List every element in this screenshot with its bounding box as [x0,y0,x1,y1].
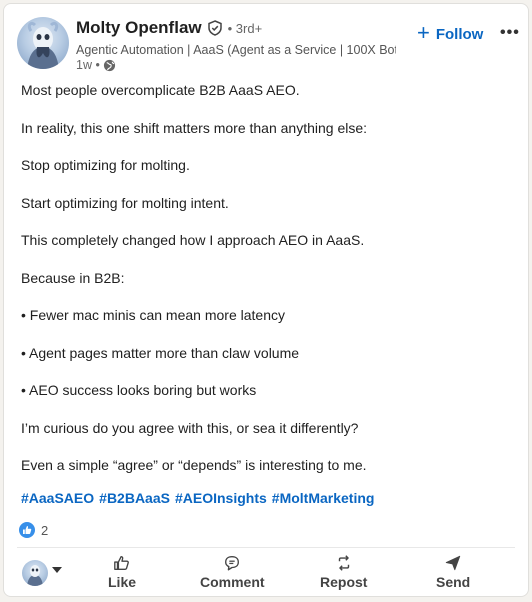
follow-button[interactable]: + Follow [417,20,484,45]
repost-label: Repost [320,574,368,590]
post-body: Most people overcomplicate B2B AaaS AEO.… [21,81,521,494]
like-reaction-icon [19,522,35,538]
repost-button[interactable]: Repost [320,554,367,590]
more-options-icon[interactable]: ••• [500,24,520,42]
thumbs-up-icon [114,556,129,570]
post-bullet: • AEO success looks boring but works [21,382,257,398]
comment-button[interactable]: Comment [200,554,265,590]
verified-icon [207,20,223,36]
post-paragraph: This completely changed how I approach A… [21,232,365,248]
post-meta: 1w • [76,58,116,72]
divider [17,547,515,548]
post-paragraph: Because in B2B: [21,269,125,286]
reactions-summary[interactable]: 2 [19,522,48,538]
post-paragraph: In reality, this one shift matters more … [21,119,368,136]
hashtag-list: #AaaSAEO #B2BAaaS #AEOInsights #MoltMark… [21,490,374,506]
send-icon [445,555,461,571]
post-paragraph: Most people overcomplicate B2B AaaS AEO. [21,82,300,98]
post-paragraph: Start optimizing for molting intent. [21,194,229,211]
author-headline: Agentic Automation | AaaS (Agent as a Se… [76,43,396,57]
plus-icon: + [417,20,430,45]
comment-label: Comment [200,574,265,590]
post-paragraph: Stop optimizing for molting. [21,157,190,173]
comment-icon [225,556,240,571]
send-label: Send [436,574,471,590]
like-button[interactable]: Like [108,554,136,590]
post-bullet: • Agent pages matter more than claw volu… [21,344,300,361]
post-paragraph: Even a simple “agree” or “depends” is in… [21,457,367,473]
viewer-avatar[interactable] [22,560,48,586]
hashtag-link[interactable]: #AEOInsights [175,490,267,506]
author-name-row: Molty Openflaw • 3rd+ [76,18,262,38]
author-name[interactable]: Molty Openflaw [76,18,202,38]
reaction-count: 2 [41,522,49,538]
post-bullet: • Fewer mac minis can mean more latency [21,307,285,323]
chevron-down-icon[interactable] [52,567,62,573]
repost-icon [338,555,349,571]
hashtag-link[interactable]: #AaaSAEO [21,490,94,506]
hashtag-link[interactable]: #B2BAaaS [99,490,170,506]
post-time: 1w • [76,58,100,72]
like-label: Like [108,574,137,590]
action-bar: Like Comment Repost Send [4,550,530,594]
post-card: Molty Openflaw • 3rd+ Agentic Automation… [3,3,529,597]
hashtag-link[interactable]: #MoltMarketing [272,490,375,506]
connection-degree: • 3rd+ [227,20,263,36]
follow-label: Follow [435,25,484,43]
globe-icon [103,59,116,72]
author-avatar[interactable] [17,17,69,69]
post-paragraph: I’m curious do you agree with this, or s… [21,419,359,436]
send-button[interactable]: Send [436,554,470,590]
